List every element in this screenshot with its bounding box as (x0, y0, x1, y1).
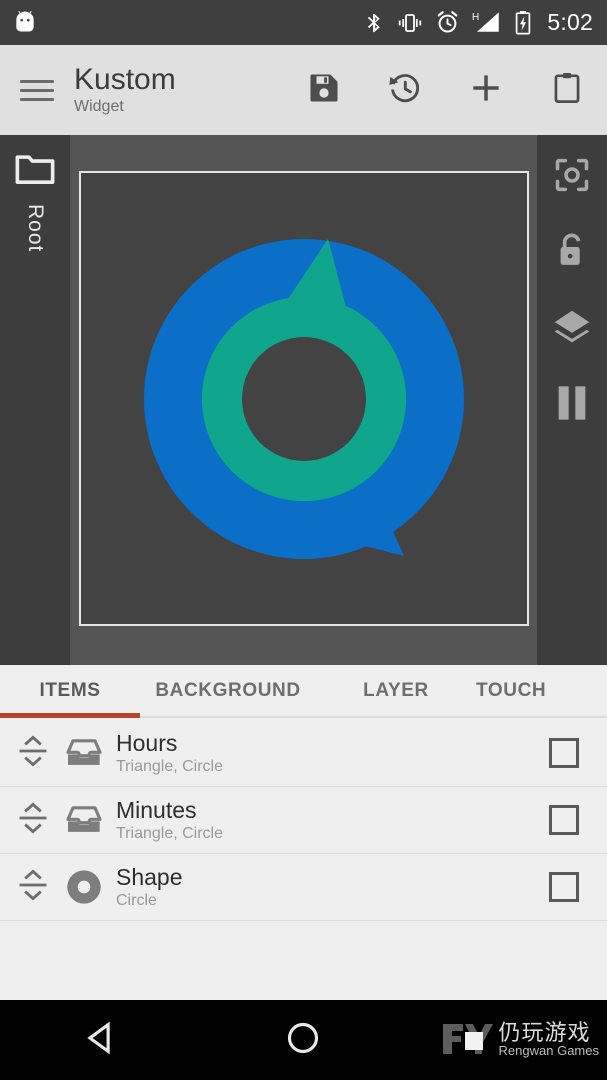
status-bar: H 5:02 (0, 0, 607, 45)
app-bar: Kustom Widget (0, 45, 607, 135)
layers-button[interactable] (541, 303, 603, 355)
row-checkbox[interactable] (549, 872, 579, 902)
home-circle-icon (285, 1020, 321, 1061)
watermark-cn: 仍玩游戏 (498, 1019, 591, 1045)
back-button[interactable] (0, 1000, 202, 1080)
back-triangle-icon (82, 1019, 120, 1062)
signal-icon: H (471, 10, 503, 36)
status-bar-icons: H 5:02 (363, 9, 593, 36)
row-checkbox[interactable] (549, 738, 579, 768)
app-root: H 5:02 Kustom Widget Root ITEMS BACKGROU… (0, 0, 607, 1080)
drag-handle-button[interactable] (10, 799, 56, 842)
canvas-area[interactable] (70, 135, 537, 665)
battery-charging-icon (514, 10, 532, 36)
reorder-icon (16, 866, 50, 909)
watermark-logo-icon (439, 1014, 495, 1065)
folder-icon[interactable] (13, 151, 57, 192)
row-text-block: Hours Triangle, Circle (112, 730, 521, 776)
vibrate-icon (396, 12, 424, 34)
watermark-texts: 仍玩游戏 Rengwan Games (499, 1021, 599, 1058)
tab-layer-label: LAYER (363, 679, 429, 701)
row-subtitle: Circle (116, 892, 157, 910)
alarm-icon (435, 10, 460, 35)
home-button[interactable] (202, 1000, 404, 1080)
plus-icon (467, 69, 505, 112)
table-row[interactable]: Shape Circle (0, 854, 607, 921)
group-inbox-icon (56, 737, 112, 769)
app-bar-titles: Kustom Widget (74, 64, 264, 117)
reorder-icon (16, 732, 50, 775)
row-subtitle: Triangle, Circle (116, 825, 223, 843)
widget-preview (104, 199, 504, 599)
watermark-en: Rengwan Games (498, 1042, 599, 1058)
history-button[interactable] (364, 45, 445, 135)
screenshot-button[interactable] (541, 151, 603, 203)
row-title: Shape (116, 863, 183, 890)
tab-layer[interactable]: LAYER (316, 664, 476, 717)
drag-handle-button[interactable] (10, 732, 56, 775)
row-text-block: Minutes Triangle, Circle (112, 797, 521, 843)
hamburger-menu-icon (20, 74, 54, 107)
center-focus-icon (552, 155, 592, 200)
unlock-icon (554, 231, 590, 276)
clipboard-button[interactable] (526, 45, 607, 135)
tab-touch-label: TOUCH (476, 679, 547, 701)
widget-canvas[interactable] (78, 171, 529, 626)
items-list: Hours Triangle, Circle Minutes Triangle,… (0, 720, 607, 1000)
lock-button[interactable] (541, 227, 603, 279)
row-title: Minutes (116, 796, 197, 823)
pause-icon (555, 383, 589, 428)
watermark: 仍玩游戏 Rengwan Games (439, 1014, 599, 1065)
row-checkbox-cell[interactable] (521, 738, 607, 768)
row-subtitle: Triangle, Circle (116, 758, 223, 776)
left-rail: Root (0, 135, 70, 665)
row-checkbox-cell[interactable] (521, 872, 607, 902)
tab-background[interactable]: BACKGROUND (140, 664, 316, 717)
status-bar-notifications (12, 10, 38, 36)
page-title: Kustom (74, 62, 176, 96)
right-rail (537, 135, 607, 665)
tab-bar: ITEMS BACKGROUND LAYER TOUCH (0, 665, 607, 718)
status-bar-clock: 5:02 (547, 9, 593, 35)
row-title: Hours (116, 729, 178, 756)
navigation-bar: 仍玩游戏 Rengwan Games (0, 1000, 607, 1080)
svg-text:H: H (472, 12, 479, 23)
android-mascot-icon (12, 10, 38, 36)
page-subtitle: Widget (74, 98, 124, 116)
tab-items[interactable]: ITEMS (0, 664, 140, 717)
tab-background-label: BACKGROUND (155, 679, 301, 701)
tab-active-indicator (0, 713, 140, 718)
donut-shape-icon (56, 867, 112, 907)
hamburger-menu-button[interactable] (0, 45, 74, 135)
reorder-icon (16, 799, 50, 842)
table-row[interactable]: Hours Triangle, Circle (0, 720, 607, 787)
row-text-block: Shape Circle (112, 864, 521, 910)
layers-icon (551, 308, 593, 351)
tab-touch[interactable]: TOUCH (476, 664, 607, 717)
clipboard-icon (550, 71, 584, 110)
history-clock-icon (387, 70, 423, 111)
tab-items-label: ITEMS (39, 679, 101, 701)
rail-label-root: Root (24, 204, 47, 253)
app-bar-actions (283, 45, 607, 135)
save-floppy-icon (306, 70, 342, 111)
group-inbox-icon (56, 804, 112, 836)
drag-handle-button[interactable] (10, 866, 56, 909)
widget-shapes (143, 238, 464, 559)
row-checkbox-cell[interactable] (521, 805, 607, 835)
bluetooth-icon (363, 10, 385, 36)
row-checkbox[interactable] (549, 805, 579, 835)
preview-area: Root (0, 135, 607, 665)
table-row[interactable]: Minutes Triangle, Circle (0, 787, 607, 854)
save-button[interactable] (283, 45, 364, 135)
add-button[interactable] (445, 45, 526, 135)
pause-button[interactable] (541, 379, 603, 431)
